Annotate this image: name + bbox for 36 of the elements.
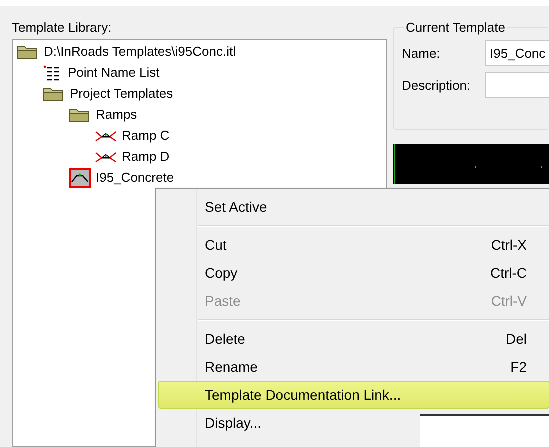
tree-item[interactable]: Ramp C — [122, 128, 170, 143]
menu-item-label: Cut — [205, 237, 227, 253]
menu-item[interactable]: Delete Del — [158, 325, 549, 353]
tree-item[interactable]: Project Templates — [70, 86, 174, 101]
menu-item-label: Rename — [205, 359, 258, 375]
menu-item-label: Paste — [205, 293, 241, 309]
tree-item[interactable]: Ramps — [96, 107, 138, 122]
tree-item[interactable]: Ramp D — [122, 149, 170, 164]
menu-item[interactable]: Set Active — [158, 193, 549, 221]
folder-icon — [69, 106, 91, 122]
name-label: Name: — [402, 46, 442, 60]
menu-item[interactable]: Copy Ctrl-C — [158, 259, 549, 287]
tree-item[interactable]: D:\InRoads Templates\i95Conc.itl — [44, 44, 236, 59]
menu-item-label: Display... — [205, 415, 262, 431]
description-label: Description: — [402, 78, 472, 92]
menu-shortcut: Del — [506, 331, 527, 347]
menu-shortcut: Ctrl-X — [491, 237, 527, 253]
menu-item[interactable]: Template Documentation Link... — [158, 381, 549, 409]
folder-icon — [43, 86, 65, 102]
folder-icon — [17, 44, 39, 60]
menu-item-label: Copy — [205, 265, 238, 281]
tree-item[interactable]: Point Name List — [68, 65, 160, 80]
menu-item-label: Delete — [205, 331, 246, 347]
tree-item[interactable]: I95_Concrete — [96, 170, 174, 185]
menu-item-label: Template Documentation Link... — [205, 387, 402, 403]
group-title: Current Template — [405, 20, 506, 35]
menu-item-label: Set Active — [205, 199, 268, 215]
description-field[interactable] — [485, 72, 549, 98]
menu-item[interactable]: Display... — [158, 409, 549, 437]
menu-item[interactable]: Cut Ctrl-X — [158, 231, 549, 259]
menu-item[interactable]: Rename F2 — [158, 353, 549, 381]
library-label: Template Library: — [12, 20, 113, 35]
menu-shortcut: Ctrl-V — [491, 293, 527, 309]
name-field[interactable]: I95_Conc — [485, 40, 549, 66]
menu-shortcut: Ctrl-C — [490, 265, 527, 281]
menu-shortcut: F2 — [510, 359, 527, 375]
